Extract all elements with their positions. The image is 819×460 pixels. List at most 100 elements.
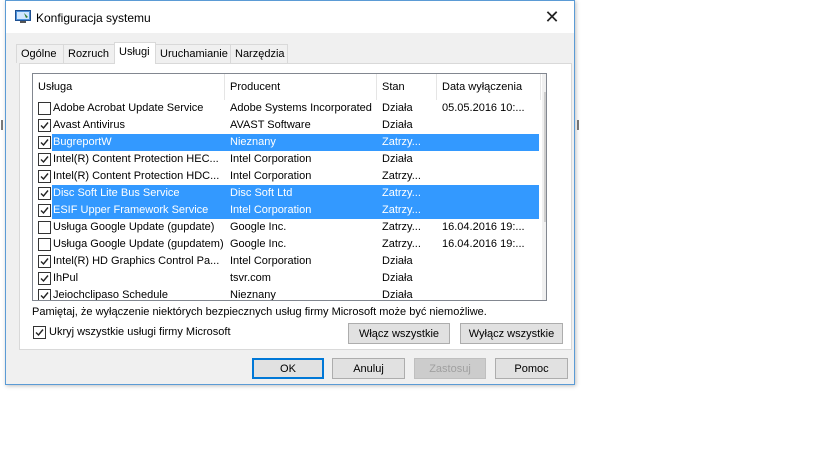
table-row[interactable]: Avast Antivirus AVAST Software Działa: [33, 117, 531, 134]
table-row[interactable]: ESIF Upper Framework Service Intel Corpor…: [33, 202, 539, 219]
cell-vendor: Intel Corporation: [230, 255, 312, 267]
cell-vendor: Intel Corporation: [230, 153, 312, 165]
scroll-down-arrow-icon[interactable]: ▼: [542, 283, 546, 300]
cell-name: Avast Antivirus: [53, 119, 125, 131]
tab-general[interactable]: Ogólne: [16, 44, 64, 63]
scroll-thumb[interactable]: [544, 92, 546, 222]
tab-startup[interactable]: Uruchamianie: [155, 44, 231, 63]
cell-name: IhPul: [53, 272, 79, 284]
cell-vendor: Nieznany: [230, 289, 276, 301]
list-header: Usługa Producent Stan Data wyłączenia: [33, 74, 541, 100]
cell-status: Działa: [382, 272, 413, 284]
checkmark-icon: [35, 329, 44, 337]
microsoft-services-note: Pamiętaj, że wyłączenie niektórych bezpi…: [32, 306, 487, 318]
cell-vendor: Intel Corporation: [230, 170, 312, 182]
column-header-vendor[interactable]: Producent: [225, 74, 377, 100]
service-checkbox[interactable]: [38, 153, 51, 166]
service-checkbox[interactable]: [38, 272, 51, 285]
cell-name: Intel(R) Content Protection HEC...: [53, 153, 219, 165]
checkmark-icon: [40, 275, 49, 283]
table-row[interactable]: Intel(R) HD Graphics Control Pa... Intel …: [33, 253, 531, 270]
system-config-icon: [15, 10, 31, 23]
cell-vendor: AVAST Software: [230, 119, 311, 131]
scroll-up-arrow-icon[interactable]: ▲: [542, 74, 546, 91]
hide-microsoft-label: Ukryj wszystkie usługi firmy Microsoft: [49, 326, 231, 338]
cell-name: Jeiochclipaso Schedule: [53, 289, 168, 301]
background-edge-mark-left: [1, 120, 3, 130]
close-button[interactable]: ✕: [530, 1, 574, 33]
service-checkbox[interactable]: [38, 187, 51, 200]
cell-status: Zatrzy...: [382, 136, 421, 148]
checkmark-icon: [40, 190, 49, 198]
cell-name: BugreportW: [53, 136, 112, 148]
service-checkbox[interactable]: [38, 170, 51, 183]
tab-boot[interactable]: Rozruch: [63, 44, 115, 63]
cell-status: Działa: [382, 153, 413, 165]
cell-name: Usługa Google Update (gupdate): [53, 221, 215, 233]
checkmark-icon: [40, 139, 49, 147]
checkmark-icon: [40, 258, 49, 266]
table-row[interactable]: Intel(R) Content Protection HEC... Intel …: [33, 151, 531, 168]
services-list[interactable]: Usługa Producent Stan Data wyłączenia Ad…: [32, 73, 547, 301]
table-row[interactable]: Usługa Google Update (gupdate) Google Inc…: [33, 219, 531, 236]
cell-date: 16.04.2016 19:...: [442, 238, 525, 250]
cell-name: Usługa Google Update (gupdatem): [53, 238, 224, 250]
cell-name: Intel(R) HD Graphics Control Pa...: [53, 255, 220, 267]
disable-all-button[interactable]: Wyłącz wszystkie: [460, 323, 563, 344]
cell-status: Działa: [382, 255, 413, 267]
service-checkbox[interactable]: [38, 289, 51, 300]
cell-status: Zatrzy...: [382, 221, 421, 233]
column-header-disabled-date[interactable]: Data wyłączenia: [437, 74, 541, 100]
cell-vendor: Disc Soft Ltd: [230, 187, 293, 199]
enable-all-button[interactable]: Włącz wszystkie: [348, 323, 450, 344]
cell-vendor: Google Inc.: [230, 238, 287, 250]
tab-services[interactable]: Usługi: [114, 42, 156, 64]
cell-name: Intel(R) Content Protection HDC...: [53, 170, 220, 182]
background-edge-mark-right: [577, 120, 579, 130]
tab-tools[interactable]: Narzędzia: [230, 44, 288, 63]
service-checkbox[interactable]: [38, 221, 51, 234]
table-row[interactable]: IhPul tsvr.com Działa: [33, 270, 531, 287]
column-header-status[interactable]: Stan: [377, 74, 437, 100]
service-checkbox[interactable]: [38, 238, 51, 251]
service-checkbox[interactable]: [38, 255, 51, 268]
cell-status: Działa: [382, 289, 413, 301]
cell-status: Zatrzy...: [382, 238, 421, 250]
table-row[interactable]: Intel(R) Content Protection HDC... Intel …: [33, 168, 531, 185]
cell-date: 16.04.2016 19:...: [442, 221, 525, 233]
checkmark-icon: [40, 207, 49, 215]
service-checkbox[interactable]: [38, 136, 51, 149]
cell-status: Działa: [382, 102, 413, 114]
cell-vendor: Adobe Systems Incorporated: [230, 102, 372, 114]
checkmark-icon: [40, 173, 49, 181]
service-checkbox[interactable]: [38, 204, 51, 217]
cell-status: Działa: [382, 119, 413, 131]
table-row[interactable]: Adobe Acrobat Update Service Adobe System…: [33, 100, 531, 117]
table-row[interactable]: Usługa Google Update (gupdatem) Google In…: [33, 236, 531, 253]
cell-name: Adobe Acrobat Update Service: [53, 102, 204, 114]
table-row[interactable]: Jeiochclipaso Schedule Nieznany Działa: [33, 287, 531, 301]
cell-vendor: Google Inc.: [230, 221, 287, 233]
table-row[interactable]: Disc Soft Lite Bus Service Disc Soft Ltd Z…: [33, 185, 539, 202]
cell-vendor: Intel Corporation: [230, 204, 312, 216]
cell-date: 05.05.2016 10:...: [442, 102, 525, 114]
cancel-button[interactable]: Anuluj: [332, 358, 405, 379]
checkmark-icon: [40, 292, 49, 300]
column-header-service[interactable]: Usługa: [33, 74, 225, 100]
service-checkbox[interactable]: [38, 102, 51, 115]
help-button[interactable]: Pomoc: [495, 358, 568, 379]
ok-button[interactable]: OK: [252, 358, 324, 379]
cell-status: Zatrzy...: [382, 204, 421, 216]
cell-vendor: tsvr.com: [230, 272, 271, 284]
hide-microsoft-checkbox[interactable]: [33, 326, 46, 339]
checkmark-icon: [40, 122, 49, 130]
vertical-scrollbar[interactable]: ▲ ▼: [542, 74, 546, 300]
table-row[interactable]: BugreportW Nieznany Zatrzy...: [33, 134, 539, 151]
system-configuration-dialog: Konfiguracja systemu ✕ Ogólne Rozruch Us…: [5, 0, 575, 385]
service-checkbox[interactable]: [38, 119, 51, 132]
cell-name: ESIF Upper Framework Service: [53, 204, 209, 216]
apply-button[interactable]: Zastosuj: [414, 358, 486, 379]
title-bar[interactable]: Konfiguracja systemu ✕: [6, 1, 574, 33]
checkmark-icon: [40, 156, 49, 164]
cell-vendor: Nieznany: [230, 136, 276, 148]
